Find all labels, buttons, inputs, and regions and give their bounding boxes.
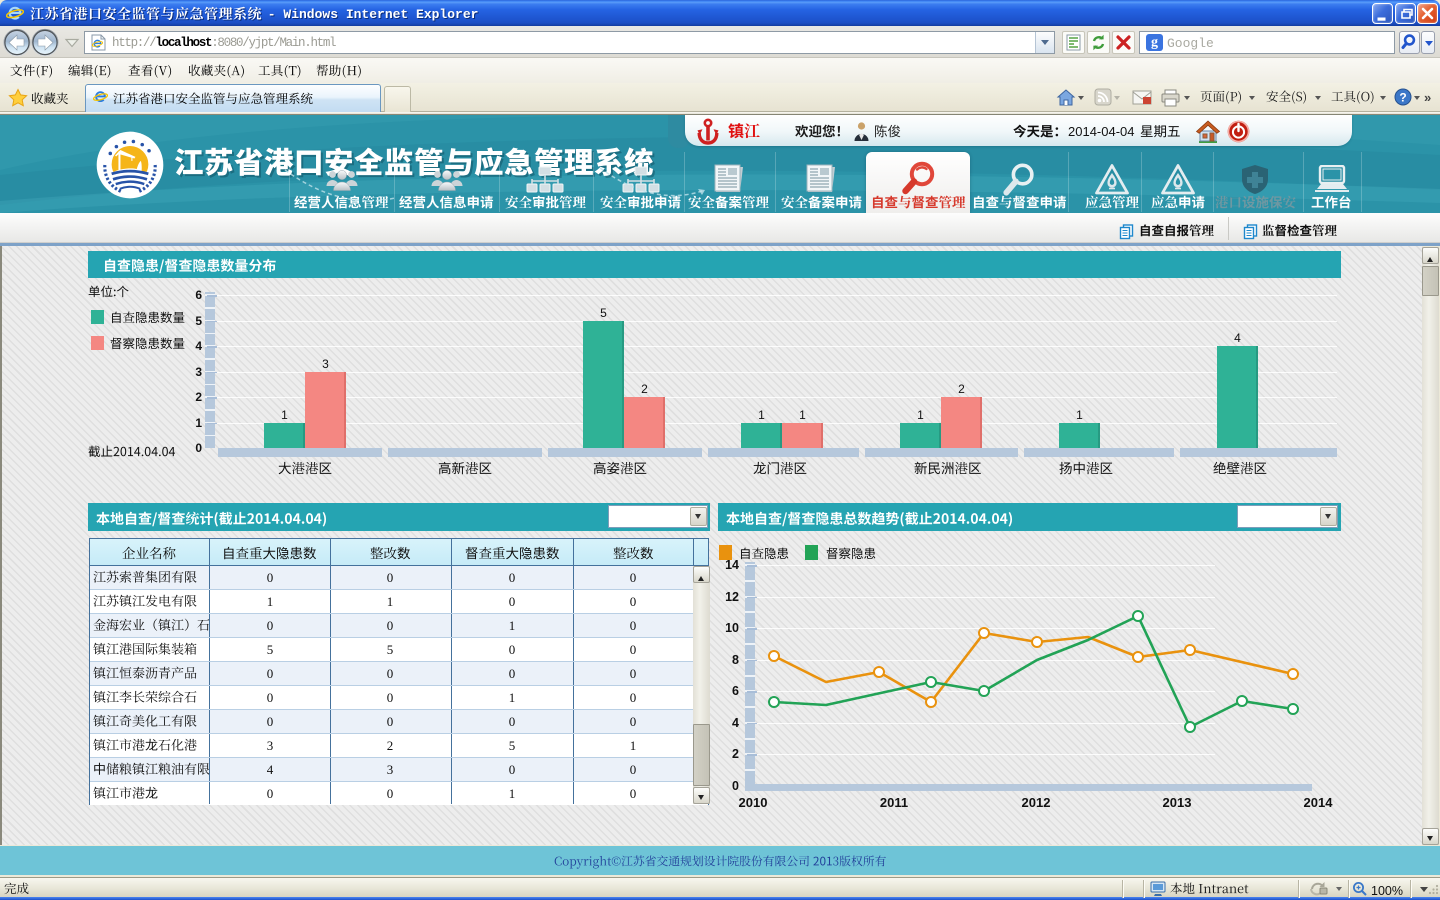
svg-text:?: ? (1399, 91, 1406, 105)
